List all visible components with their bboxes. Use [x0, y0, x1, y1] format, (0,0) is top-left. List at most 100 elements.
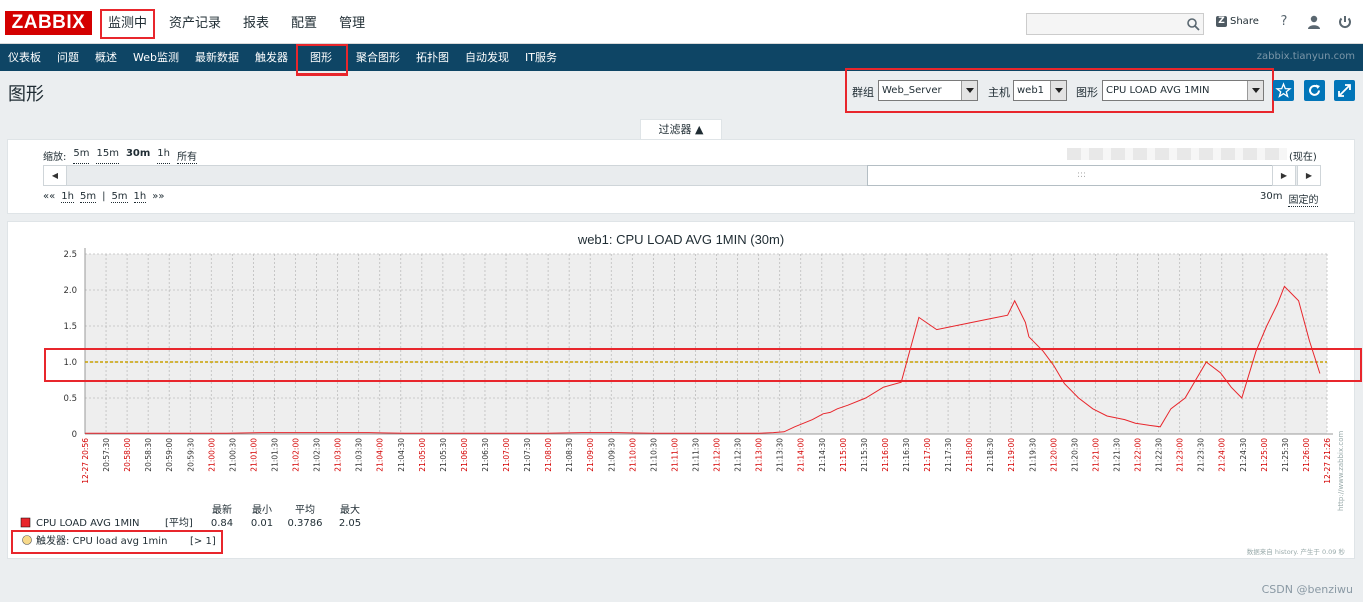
scroll-right-button[interactable]: ▶ [1272, 165, 1296, 186]
x-tick-label: 21:04:00 [376, 438, 385, 472]
subnav-screens[interactable]: 聚合图形 [348, 44, 408, 71]
nav-back-1h[interactable]: 1h [61, 191, 74, 203]
chevron-down-icon [961, 81, 977, 100]
x-tick-label: 21:19:00 [1007, 438, 1016, 472]
x-tick-label: 21:10:30 [649, 438, 658, 472]
server-domain: zabbix.tianyun.com [1256, 51, 1355, 62]
y-tick-label: 2.5 [63, 250, 77, 260]
x-tick-label: 21:24:00 [1218, 438, 1227, 472]
main-menu-administration[interactable]: 管理 [331, 9, 373, 39]
x-tick-label: 21:23:30 [1197, 438, 1206, 472]
favorite-button[interactable] [1273, 80, 1294, 101]
legend-header: 平均 [295, 504, 315, 516]
fullscreen-button[interactable] [1334, 80, 1355, 101]
x-tick-label: 20:58:00 [123, 438, 132, 472]
scroll-left-button[interactable]: ◀ [43, 165, 67, 186]
main-menu-reports[interactable]: 报表 [235, 9, 277, 39]
zoom-30m[interactable]: 30m [126, 148, 150, 164]
x-tick-label: 21:15:30 [860, 438, 869, 472]
search-input[interactable] [1026, 13, 1204, 35]
timeline-thumb[interactable]: ::: [867, 165, 1296, 186]
x-tick-label: 21:08:30 [565, 438, 574, 472]
zoom-5m[interactable]: 5m [73, 148, 90, 164]
subnav-dashboard[interactable]: 仪表板 [0, 44, 49, 71]
graph-label: 图形 [1076, 86, 1098, 99]
nav-fwd-far[interactable]: »» [152, 191, 164, 203]
nav-fwd-1h[interactable]: 1h [133, 191, 147, 203]
x-tick-label: 21:12:30 [734, 438, 743, 472]
nav-fwd-5m[interactable]: 5m [111, 191, 128, 203]
nav-separator: | [102, 191, 106, 202]
graph-select-value: CPU LOAD AVG 1MIN [1106, 85, 1210, 96]
legend-item-value: 2.05 [339, 518, 361, 529]
scroll-end-button[interactable]: ▶ [1297, 165, 1321, 186]
subnav-problems[interactable]: 问题 [49, 44, 87, 71]
x-tick-label: 21:18:00 [965, 438, 974, 472]
x-tick-label: 21:02:00 [292, 438, 301, 472]
filter-toggle-tab[interactable]: 过滤器 ▲ [640, 119, 722, 139]
legend-header: 最小 [252, 504, 272, 516]
refresh-icon [1309, 84, 1320, 96]
x-tick-label: 21:25:00 [1260, 438, 1269, 472]
host-select-value: web1 [1017, 85, 1045, 96]
zoom-options: 缩放: 5m 15m 30m 1h 所有 [43, 148, 197, 164]
refresh-button[interactable] [1304, 80, 1325, 101]
legend-item-func: [平均] [165, 517, 193, 529]
graph-select[interactable]: CPU LOAD AVG 1MIN [1102, 80, 1264, 101]
host-select[interactable]: web1 [1013, 80, 1067, 101]
x-tick-label: 21:04:30 [397, 438, 406, 472]
subnav-triggers[interactable]: 触发器 [247, 44, 296, 71]
x-tick-label: 21:07:30 [523, 438, 532, 472]
chevron-down-icon [1050, 81, 1066, 100]
sign-out-icon[interactable] [1337, 14, 1353, 30]
user-profile-icon[interactable] [1306, 14, 1322, 30]
x-tick-label: 20:59:30 [186, 438, 195, 472]
share-button[interactable]: Z Share [1216, 16, 1259, 27]
subnav-graphs[interactable]: 图形 [295, 44, 348, 76]
star-icon [1275, 82, 1292, 98]
main-menu-monitoring[interactable]: 监测中 [100, 9, 156, 39]
fixed-toggle[interactable]: 固定的 [1288, 191, 1319, 207]
nav-back-5m[interactable]: 5m [79, 191, 97, 203]
group-select[interactable]: Web_Server [878, 80, 978, 101]
x-tick-label: 21:26:00 [1302, 438, 1311, 472]
x-tick-label: 21:16:00 [881, 438, 890, 472]
x-tick-label: 21:18:30 [986, 438, 995, 472]
x-tick-label: 21:20:30 [1070, 438, 1079, 472]
zoom-15m[interactable]: 15m [96, 148, 119, 164]
cpu-load-graph: web1: CPU LOAD AVG 1MIN (30m)00.51.01.52… [20, 232, 1346, 556]
x-tick-label: 21:07:00 [502, 438, 511, 472]
x-tick-label: 21:14:30 [818, 438, 827, 472]
x-tick-label: 21:17:30 [944, 438, 953, 472]
main-menu: 监测中 资产记录 报表 配置 管理 [100, 9, 379, 39]
subnav-it-services[interactable]: IT服务 [517, 44, 565, 71]
zoom-all[interactable]: 所有 [177, 148, 197, 164]
legend-color-swatch [20, 517, 31, 528]
zoom-label: 缩放: [43, 152, 67, 163]
subnav-discovery[interactable]: 自动发现 [457, 44, 517, 71]
x-tick-label: 21:03:30 [355, 438, 364, 472]
search-icon[interactable] [1186, 17, 1200, 31]
nav-back-far[interactable]: «« [43, 191, 55, 203]
legend-header: 最大 [340, 503, 360, 516]
main-menu-configuration[interactable]: 配置 [283, 9, 325, 39]
subnav-overview[interactable]: 概述 [87, 44, 125, 71]
time-range-text [1067, 148, 1287, 160]
x-tick-label: 21:11:00 [670, 438, 679, 472]
fullscreen-icon [1338, 84, 1351, 97]
now-link[interactable]: (现在) [1289, 148, 1317, 163]
subnav-web[interactable]: Web监测 [125, 44, 187, 71]
graph-footer-note: 数据来自 history. 产生于 0.09 秒 [1247, 547, 1346, 556]
x-tick-label: 21:08:00 [544, 438, 553, 472]
x-tick-label: 21:05:30 [439, 438, 448, 472]
zabbix-logo[interactable]: ZABBIX [5, 11, 92, 35]
trigger-legend-highlight-box [11, 530, 223, 554]
subnav-maps[interactable]: 拓扑图 [408, 44, 457, 71]
help-icon[interactable]: ? [1276, 14, 1292, 30]
main-menu-inventory[interactable]: 资产记录 [161, 9, 229, 39]
subnav-latest-data[interactable]: 最新数据 [187, 44, 247, 71]
x-tick-label: 21:00:00 [207, 438, 216, 472]
share-label: Share [1230, 16, 1259, 27]
zoom-1h[interactable]: 1h [157, 148, 170, 164]
csdn-watermark: CSDN @benziwu [1261, 583, 1353, 596]
